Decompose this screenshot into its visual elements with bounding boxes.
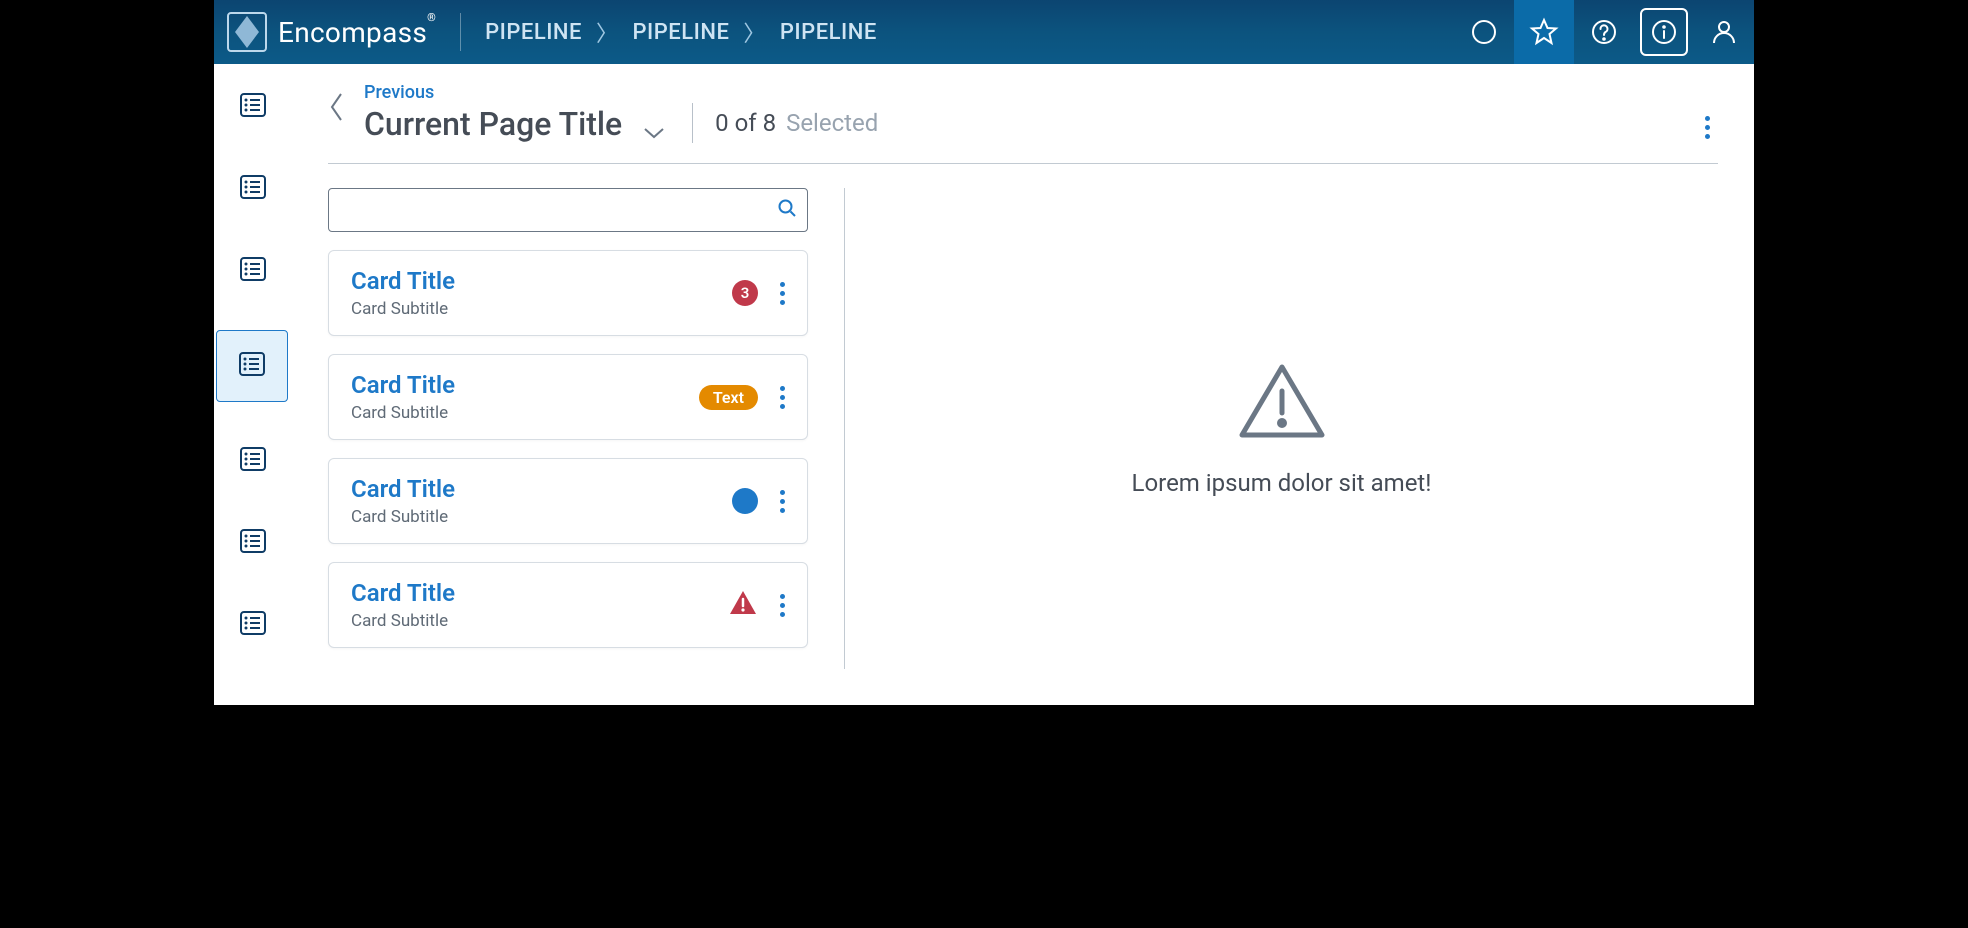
card-title: Card Title xyxy=(351,579,728,607)
breadcrumb-item[interactable]: PIPELINE xyxy=(632,20,729,45)
page-header: Previous Current Page Title 0 of 8 Selec… xyxy=(328,64,1718,143)
favorite-icon[interactable] xyxy=(1514,0,1574,64)
rail-item[interactable] xyxy=(230,84,276,130)
list-icon xyxy=(238,90,268,124)
card-title: Card Title xyxy=(351,267,732,295)
list-card[interactable]: Card Title Card SubtitleText xyxy=(328,354,808,440)
left-rail xyxy=(214,64,292,705)
card-subtitle: Card Subtitle xyxy=(351,299,732,319)
header-circle-icon[interactable] xyxy=(1454,0,1514,64)
page-title: Current Page Title xyxy=(364,105,622,143)
breadcrumb-item[interactable]: PIPELINE xyxy=(485,20,582,45)
list-card[interactable]: Card Title Card Subtitle3 xyxy=(328,250,808,336)
card-more-icon[interactable] xyxy=(776,382,789,413)
list-card[interactable]: Card Title Card Subtitle xyxy=(328,562,808,648)
rail-item[interactable] xyxy=(230,248,276,294)
count-label: Selected xyxy=(786,109,878,137)
card-subtitle: Card Subtitle xyxy=(351,507,732,527)
list-card[interactable]: Card Title Card Subtitle xyxy=(328,458,808,544)
header-actions xyxy=(1454,0,1754,64)
list-icon xyxy=(238,172,268,206)
status-dot-icon xyxy=(732,488,758,514)
page-more-menu-icon[interactable] xyxy=(1701,112,1718,143)
card-title: Card Title xyxy=(351,475,732,503)
brand-logo-icon xyxy=(226,11,268,53)
card-more-icon[interactable] xyxy=(776,590,789,621)
card-subtitle: Card Subtitle xyxy=(351,403,699,423)
status-badge: Text xyxy=(699,385,758,410)
rail-item[interactable] xyxy=(230,438,276,484)
rail-item[interactable] xyxy=(230,520,276,566)
list-column: Card TitleCard Subtitle3Card TitleCard S… xyxy=(328,188,808,669)
back-chevron-icon[interactable] xyxy=(328,90,352,136)
rail-item[interactable] xyxy=(216,330,288,402)
chevron-right-icon: 〉 xyxy=(596,16,619,48)
search-box[interactable] xyxy=(328,188,808,232)
info-icon[interactable] xyxy=(1640,8,1688,56)
title-dropdown-icon[interactable] xyxy=(642,125,666,144)
count-value: 0 of 8 xyxy=(715,109,776,137)
breadcrumb-item[interactable]: PIPELINE xyxy=(780,20,877,45)
list-icon xyxy=(238,444,268,478)
card-more-icon[interactable] xyxy=(776,278,789,309)
header-divider xyxy=(460,13,461,51)
chevron-right-icon: 〉 xyxy=(743,16,766,48)
breadcrumbs: PIPELINE 〉 PIPELINE 〉 PIPELINE xyxy=(485,16,877,48)
alert-icon xyxy=(728,589,758,621)
warning-icon xyxy=(1236,361,1328,447)
user-icon[interactable] xyxy=(1694,0,1754,64)
brand-block: Encompass® xyxy=(214,11,436,53)
detail-column: Lorem ipsum dolor sit amet! xyxy=(844,188,1718,669)
selection-count: 0 of 8 Selected xyxy=(692,103,878,143)
list-icon xyxy=(238,526,268,560)
help-icon[interactable] xyxy=(1574,0,1634,64)
top-header: Encompass® PIPELINE 〉 PIPELINE 〉 PIPELIN… xyxy=(214,0,1754,64)
search-icon[interactable] xyxy=(777,198,797,222)
search-input[interactable] xyxy=(339,201,777,219)
card-subtitle: Card Subtitle xyxy=(351,611,728,631)
count-badge: 3 xyxy=(732,280,758,306)
card-title: Card Title xyxy=(351,371,699,399)
card-more-icon[interactable] xyxy=(776,486,789,517)
list-icon xyxy=(237,349,267,383)
rail-item[interactable] xyxy=(230,166,276,212)
empty-state-text: Lorem ipsum dolor sit amet! xyxy=(1132,469,1432,497)
list-icon xyxy=(238,254,268,288)
brand-name: Encompass® xyxy=(278,16,436,49)
previous-link[interactable]: Previous xyxy=(364,82,666,103)
divider xyxy=(328,163,1718,164)
rail-item[interactable] xyxy=(230,602,276,648)
list-icon xyxy=(238,608,268,642)
